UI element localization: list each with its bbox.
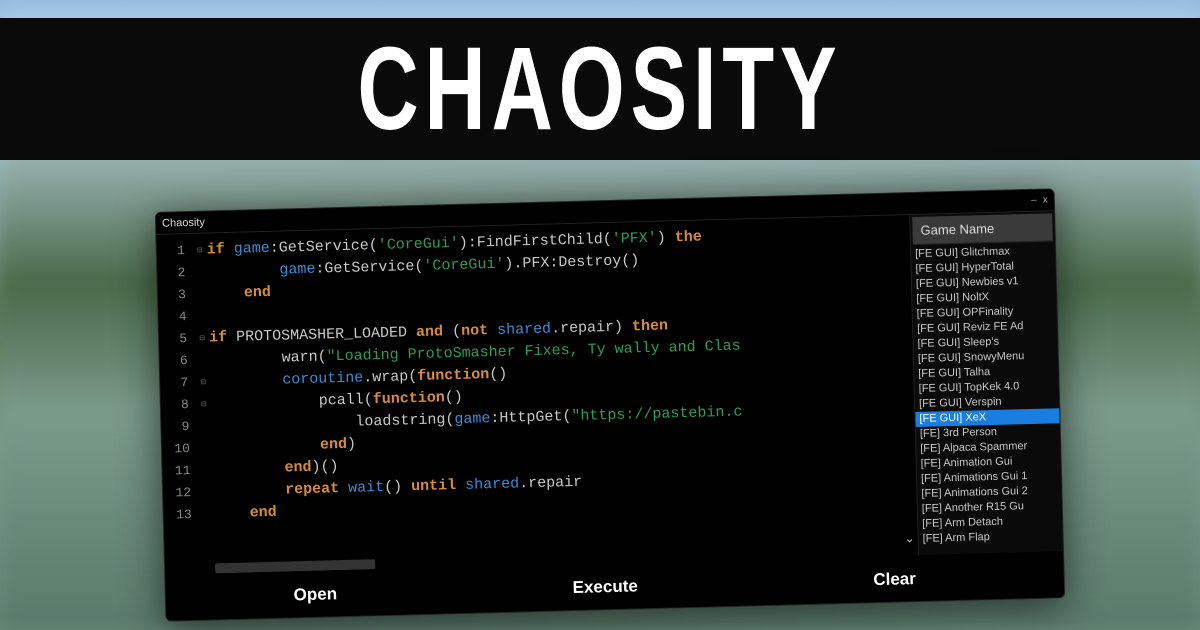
sidebar-header[interactable]: Game Name — [912, 213, 1053, 245]
close-icon[interactable]: x — [1043, 194, 1048, 205]
window-title: Chaosity — [162, 216, 205, 229]
app-window: Chaosity – x 1⊟if game:GetService('CoreG… — [155, 188, 1065, 621]
code-content: end — [213, 502, 277, 526]
list-item[interactable]: [FE] Arm Flap — [918, 528, 1062, 547]
line-number: 1 — [157, 240, 194, 263]
line-number: 11 — [162, 460, 199, 483]
script-sidebar: Game Name [FE GUI] Glitchmax[FE GUI] Hyp… — [909, 211, 1063, 555]
chevron-down-icon[interactable]: ⌄ — [904, 531, 914, 545]
sidebar-list[interactable]: [FE GUI] Glitchmax[FE GUI] HyperTotal[FE… — [911, 243, 1063, 555]
editor-area: 1⊟if game:GetService('CoreGui'):FindFirs… — [156, 211, 1063, 574]
line-number: 5 — [159, 328, 196, 351]
line-number: 9 — [161, 416, 198, 439]
line-number: 2 — [157, 262, 194, 285]
line-number: 12 — [163, 482, 200, 505]
line-number: 6 — [159, 350, 196, 373]
line-number: 10 — [162, 438, 199, 461]
code-content: end — [208, 282, 272, 306]
window-controls: – x — [1031, 194, 1048, 205]
fold-icon[interactable]: ⊟ — [197, 393, 212, 415]
line-number: 8 — [161, 394, 198, 417]
code-editor[interactable]: 1⊟if game:GetService('CoreGui'):FindFirs… — [156, 215, 918, 575]
banner: CHAOSITY — [0, 18, 1200, 160]
fold-icon[interactable]: ⊟ — [195, 327, 210, 349]
banner-title: CHAOSITY — [357, 21, 842, 157]
execute-button[interactable]: Execute — [552, 570, 658, 605]
fold-icon[interactable]: ⊟ — [196, 371, 211, 393]
open-button[interactable]: Open — [273, 578, 357, 612]
minimize-icon[interactable]: – — [1031, 195, 1037, 206]
line-number: 4 — [158, 306, 195, 329]
clear-button[interactable]: Clear — [853, 563, 936, 597]
fold-icon[interactable]: ⊟ — [193, 240, 208, 262]
line-number: 13 — [163, 504, 200, 527]
line-number: 7 — [160, 372, 197, 395]
line-number: 3 — [158, 284, 195, 307]
